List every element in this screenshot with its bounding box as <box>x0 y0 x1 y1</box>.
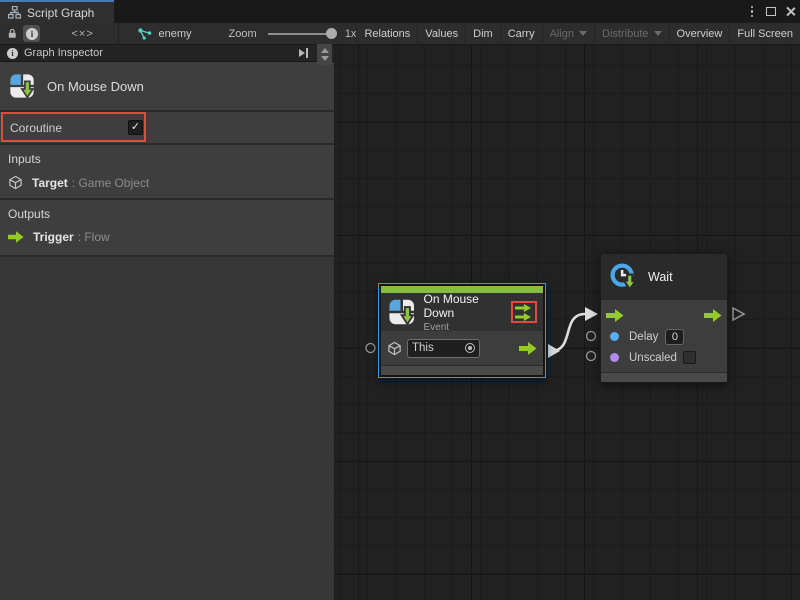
graph-inspector-header: i Graph Inspector <box>0 45 334 62</box>
delay-value-field[interactable]: 0 <box>665 329 684 345</box>
wait-flow-output-port[interactable] <box>733 308 744 320</box>
wait-node-title: Wait <box>648 270 673 284</box>
inputs-header: Inputs <box>8 152 334 166</box>
flow-out-arrow-icon[interactable] <box>704 309 722 322</box>
event-node-footer <box>381 365 543 375</box>
flow-arrow-icon <box>8 231 24 243</box>
event-node-header[interactable]: On Mouse Down Event <box>381 293 543 331</box>
lock-icon[interactable] <box>8 27 16 40</box>
graph-inspector-panel: i Graph Inspector On Mouse Down Coroutin… <box>0 45 335 600</box>
unscaled-input-port[interactable] <box>587 352 596 361</box>
wait-node[interactable]: Wait Delay 0 Unscaled <box>600 253 728 383</box>
game-object-cube-icon <box>8 175 23 190</box>
toolbar-button-group: Relations Values Dim Carry Align Distrib… <box>356 23 800 45</box>
coroutine-arrow-icon <box>515 304 531 312</box>
output-type: : Flow <box>78 230 110 244</box>
values-button[interactable]: Values <box>417 23 465 45</box>
zoom-slider-knob[interactable] <box>326 28 337 39</box>
graph-asset-icon <box>138 28 152 40</box>
float-port-dot-icon[interactable] <box>610 332 619 341</box>
panel-width-stepper[interactable] <box>317 44 332 65</box>
wait-node-footer <box>601 372 727 382</box>
tab-script-graph[interactable]: Script Graph <box>0 0 114 23</box>
graph-inspector-title: Graph Inspector <box>24 47 103 59</box>
overview-button[interactable]: Overview <box>669 23 730 45</box>
mouse-down-icon <box>387 297 416 327</box>
input-type: : Game Object <box>72 176 149 190</box>
script-graph-icon <box>8 6 21 19</box>
flow-in-arrow-icon[interactable] <box>606 309 624 322</box>
unity-visual-scripting-window: Script Graph i <×> enemy Zoom <box>0 0 800 600</box>
output-row-trigger: Trigger : Flow <box>8 230 334 244</box>
event-node-title: On Mouse Down <box>423 292 511 320</box>
dock-panel-icon[interactable] <box>299 48 309 58</box>
output-name: Trigger <box>33 230 74 244</box>
event-node-left-port[interactable] <box>366 344 375 353</box>
distribute-dropdown[interactable]: Distribute <box>594 23 668 45</box>
coroutine-arrow-icon <box>515 313 531 321</box>
title-bar: Script Graph <box>0 0 800 23</box>
info-icon: i <box>7 48 18 59</box>
outputs-section: Outputs Trigger : Flow <box>0 200 334 255</box>
inspector-empty-area <box>0 257 334 600</box>
full-screen-button[interactable]: Full Screen <box>729 23 800 45</box>
info-icon: i <box>26 28 38 40</box>
window-menu-icon[interactable] <box>747 4 758 20</box>
chevron-down-icon <box>579 31 587 36</box>
wait-node-body: Delay 0 Unscaled <box>601 300 727 372</box>
target-object-field[interactable]: This <box>407 339 480 358</box>
coroutine-label: Coroutine <box>10 121 62 135</box>
delay-input-port[interactable] <box>587 332 596 341</box>
trigger-flow-arrow-icon[interactable] <box>519 342 537 355</box>
target-object-value: This <box>412 342 465 354</box>
relations-button[interactable]: Relations <box>356 23 417 45</box>
unscaled-label: Unscaled <box>629 352 677 364</box>
unscaled-checkbox[interactable] <box>683 351 696 364</box>
unscaled-row: Unscaled <box>601 347 727 368</box>
dim-button[interactable]: Dim <box>465 23 500 45</box>
coroutine-row: Coroutine ✓ <box>0 112 334 143</box>
input-row-target: Target : Game Object <box>8 175 334 190</box>
code-view-icon[interactable]: <×> <box>71 28 93 40</box>
event-node-body: This <box>381 331 543 365</box>
maximize-icon[interactable] <box>766 7 776 16</box>
outputs-header: Outputs <box>8 207 334 221</box>
event-node-on-mouse-down[interactable]: On Mouse Down Event This <box>378 283 546 378</box>
wait-flow-input-port[interactable] <box>585 307 598 321</box>
zoom-value: 1x <box>345 28 357 40</box>
zoom-label: Zoom <box>229 28 257 40</box>
delay-row: Delay 0 <box>601 326 727 347</box>
graph-toolbar: i <×> enemy Zoom 1x Relations Values Dim… <box>0 23 800 45</box>
coroutine-checkbox[interactable]: ✓ <box>128 120 143 135</box>
wait-node-header[interactable]: Wait <box>601 254 727 300</box>
graph-name: enemy <box>159 28 192 40</box>
toolbar-separator <box>118 23 119 45</box>
coroutine-indicator-annotation <box>511 301 537 323</box>
object-picker-icon[interactable] <box>465 343 475 353</box>
graph-inspector-toggle-button[interactable]: i <box>23 25 40 42</box>
carry-button[interactable]: Carry <box>500 23 542 45</box>
flow-connection[interactable] <box>551 314 585 351</box>
graph-canvas[interactable]: On Mouse Down Event This <box>335 45 800 600</box>
zoom-slider-track[interactable] <box>268 33 335 35</box>
wait-flow-row <box>601 304 727 326</box>
close-icon[interactable] <box>785 6 796 17</box>
zoom-slider[interactable] <box>268 28 335 40</box>
bool-port-dot-icon[interactable] <box>610 353 619 362</box>
chevron-down-icon <box>654 31 662 36</box>
input-name: Target <box>32 176 68 190</box>
event-node-subtitle: Event <box>423 322 511 333</box>
game-object-cube-icon <box>387 341 402 356</box>
arrow-down-icon[interactable] <box>321 56 329 61</box>
inspected-unit-header: On Mouse Down <box>0 62 334 110</box>
arrow-up-icon[interactable] <box>321 48 329 53</box>
graph-breadcrumb[interactable]: enemy <box>138 28 192 40</box>
align-dropdown[interactable]: Align <box>542 23 594 45</box>
inputs-section: Inputs Target : Game Object <box>0 145 334 198</box>
tab-label: Script Graph <box>27 6 94 20</box>
mouse-down-icon <box>8 72 36 100</box>
delay-label: Delay <box>629 331 658 343</box>
wait-clock-icon <box>609 262 639 292</box>
unit-title: On Mouse Down <box>47 79 144 94</box>
